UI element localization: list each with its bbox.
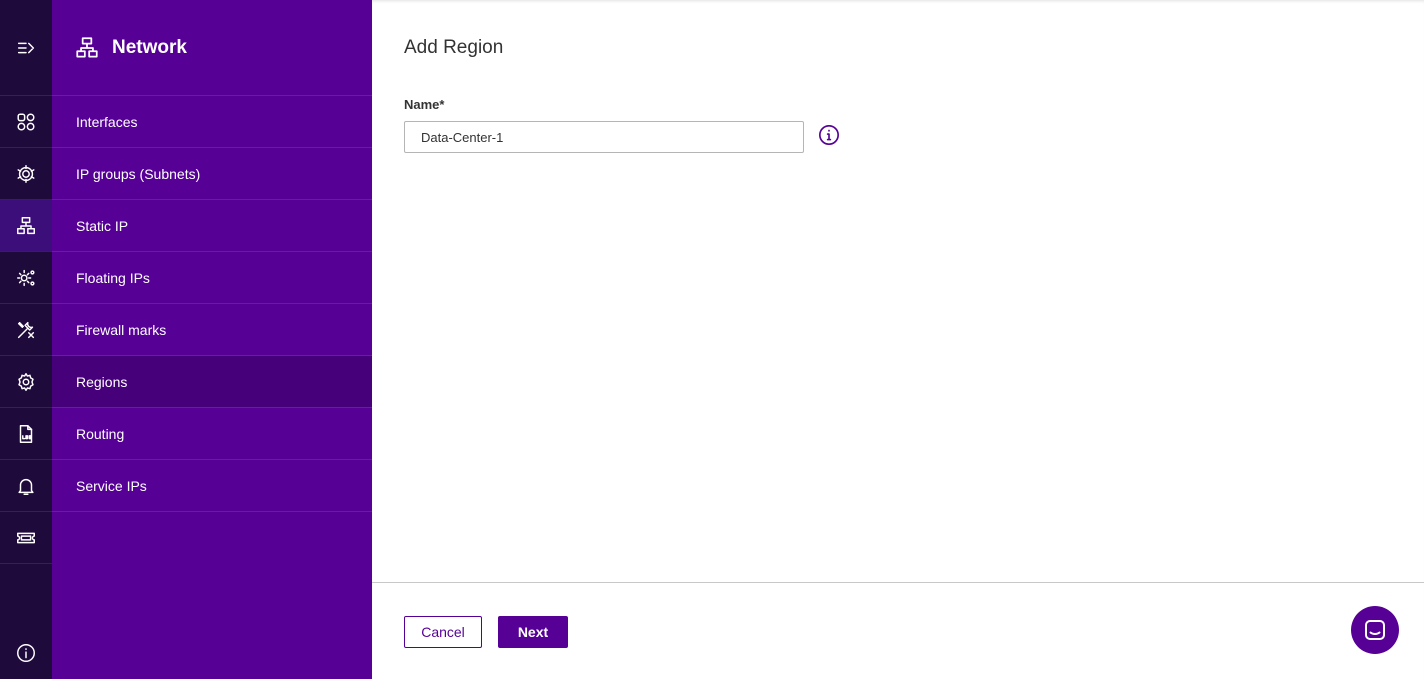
tools-icon	[17, 321, 35, 338]
subnav-item-label: IP groups (Subnets)	[76, 165, 201, 182]
footer-divider	[372, 582, 1424, 583]
rail-item-settings[interactable]	[0, 356, 52, 408]
subnav-item-label: Regions	[76, 373, 128, 390]
subnav-item-label: Static IP	[76, 217, 129, 234]
network-icon	[17, 216, 35, 234]
license-ticket-icon	[17, 532, 35, 543]
subnav-item-floating-ips[interactable]: Floating IPs	[52, 252, 372, 304]
subnav-item-label: Floating IPs	[76, 269, 150, 286]
subnav-item-label: Interfaces	[76, 113, 138, 130]
rail-item-dashboard[interactable]	[0, 96, 52, 148]
page-title: Add Region	[404, 37, 504, 58]
subnav-item-regions[interactable]: Regions	[52, 356, 372, 408]
subnav-item-static-ip[interactable]: Static IP	[52, 200, 372, 252]
rail-item-license[interactable]	[0, 512, 52, 564]
cancel-button[interactable]: Cancel	[404, 616, 482, 648]
next-button[interactable]: Next	[498, 616, 568, 648]
chat-launcher-button[interactable]	[1351, 606, 1399, 654]
notifications-bell-icon	[18, 478, 34, 495]
rail-item-logs[interactable]	[0, 408, 52, 460]
expand-menu-button[interactable]	[0, 0, 52, 96]
rail-item-cluster[interactable]	[0, 148, 52, 200]
rail-item-tools[interactable]	[0, 304, 52, 356]
rail-item-notifications[interactable]	[0, 460, 52, 512]
rail-item-network[interactable]	[0, 200, 52, 252]
subnav-item-routing[interactable]: Routing	[52, 408, 372, 460]
settings-icon	[18, 372, 34, 391]
subnav-item-service-ips[interactable]: Service IPs	[52, 460, 372, 512]
chat-icon	[1365, 620, 1385, 640]
network-icon	[76, 36, 98, 58]
log-file-icon	[19, 424, 33, 443]
subnav-title: Network	[112, 36, 187, 58]
services-icon	[17, 269, 35, 286]
subnav-item-firewall-marks[interactable]: Firewall marks	[52, 304, 372, 356]
icon-rail	[0, 0, 52, 679]
subnav-header: Network	[52, 0, 372, 96]
name-input[interactable]	[404, 121, 804, 153]
cluster-settings-icon	[17, 164, 35, 183]
subnav-item-interfaces[interactable]: Interfaces	[52, 96, 372, 148]
subnav-item-label: Firewall marks	[76, 321, 167, 338]
dashboard-icon	[17, 112, 35, 131]
name-field-label: Name*	[404, 97, 445, 112]
info-icon	[17, 644, 35, 662]
subnav-item-label: Routing	[76, 425, 125, 442]
rail-item-services[interactable]	[0, 252, 52, 304]
expand-menu-icon	[17, 42, 35, 53]
info-icon	[819, 125, 839, 145]
network-subnav: Network Interfaces IP groups (Subnets) S…	[52, 0, 372, 679]
subnav-item-label: Service IPs	[76, 477, 147, 494]
main-content: Add Region Name* Cancel Next	[372, 0, 1424, 679]
subnav-item-ip-groups[interactable]: IP groups (Subnets)	[52, 148, 372, 200]
name-info-button[interactable]	[818, 124, 840, 146]
rail-info-button[interactable]	[0, 628, 52, 678]
